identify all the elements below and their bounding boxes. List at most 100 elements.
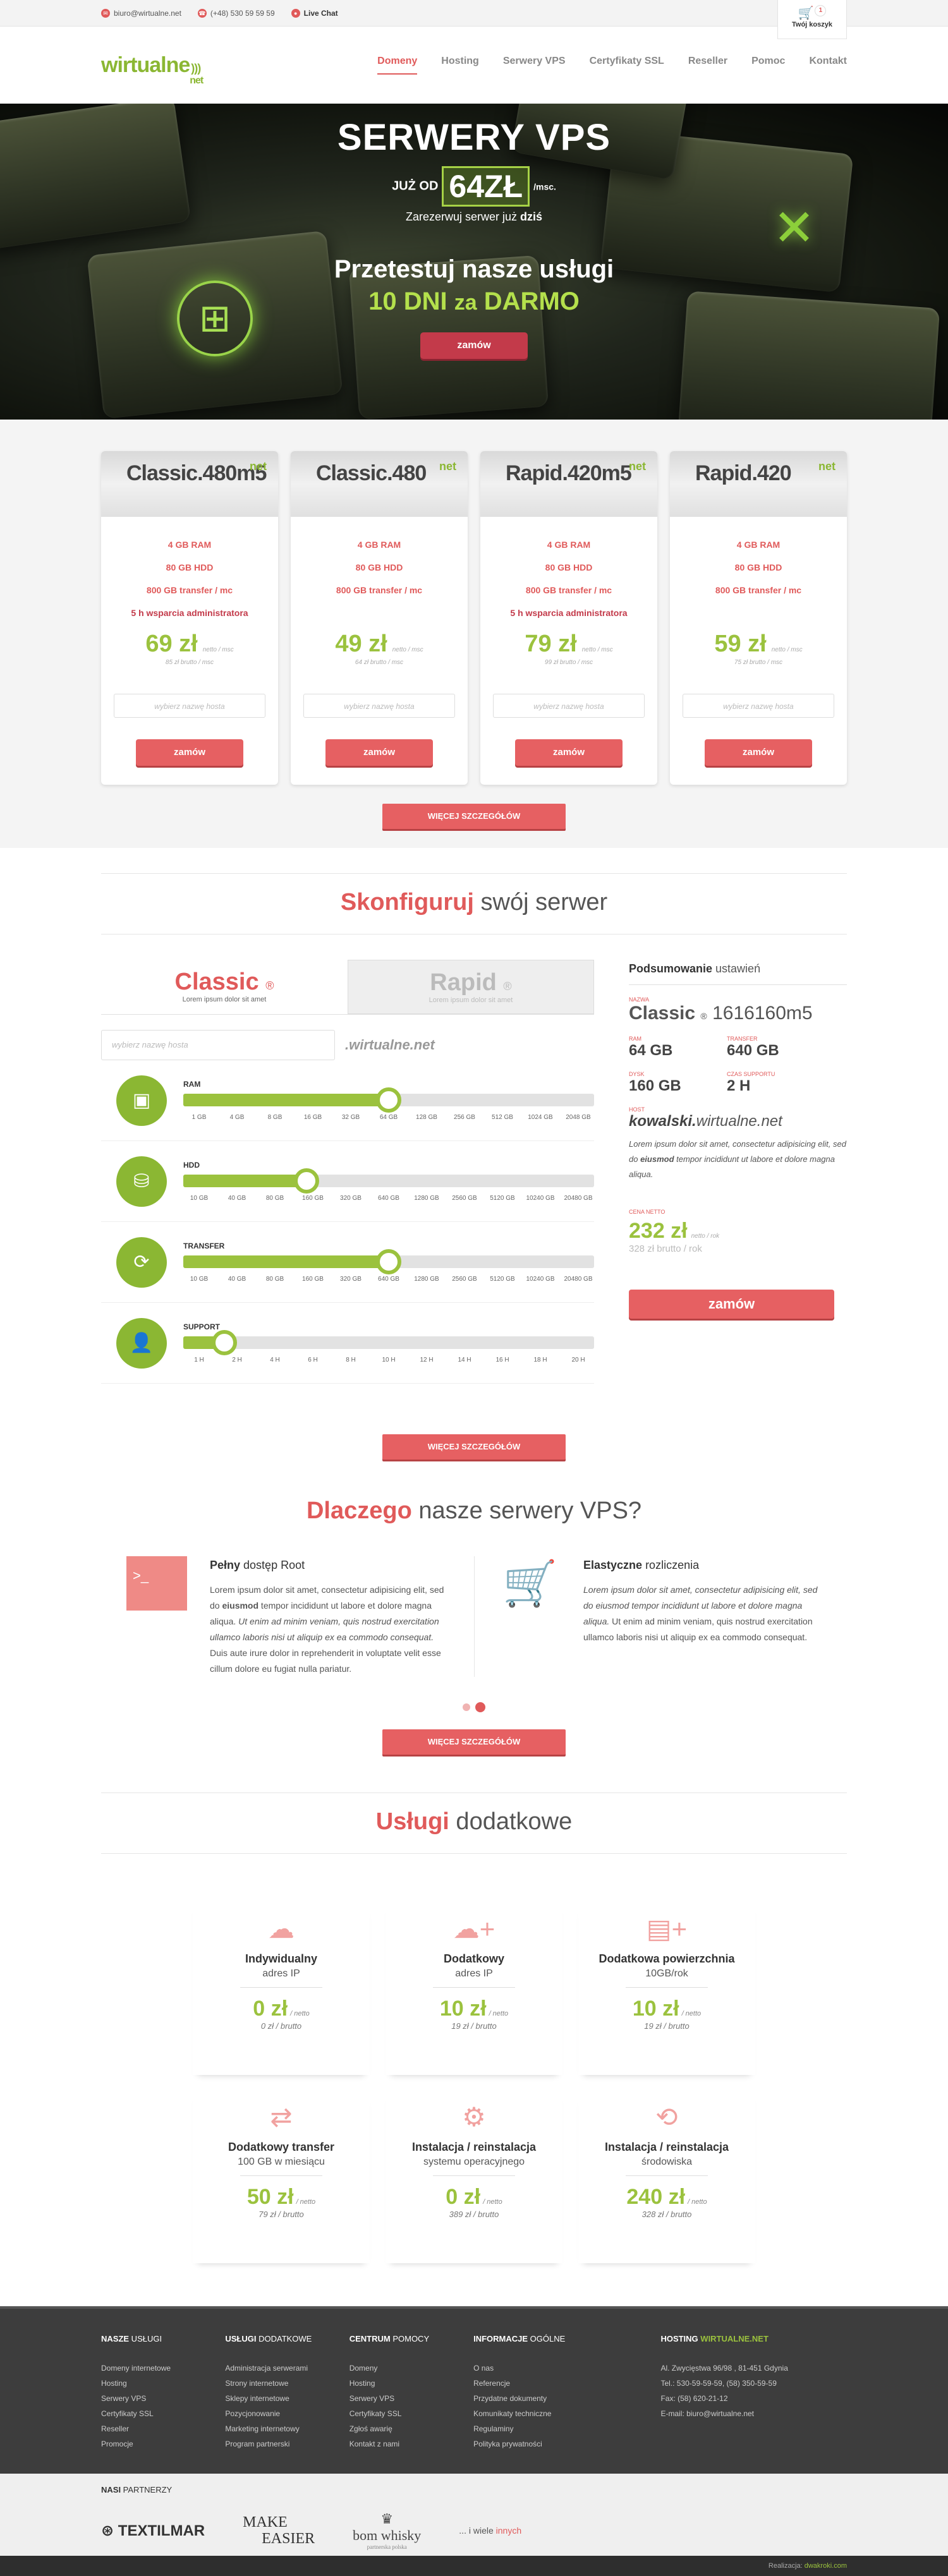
footer-link[interactable]: Referencje <box>473 2376 597 2391</box>
nav-kontakt[interactable]: Kontakt <box>809 56 847 75</box>
credits-link[interactable]: dwakroki.com <box>805 2562 847 2570</box>
slider-tick[interactable]: 10 GB <box>183 1195 215 1202</box>
slider-track[interactable] <box>183 1249 594 1274</box>
hostname-input[interactable]: wybierz nazwę hosta <box>683 694 834 718</box>
slider-tick[interactable]: 2560 GB <box>449 1276 480 1283</box>
footer-link[interactable]: Pozycjonowanie <box>225 2406 349 2421</box>
footer-link[interactable]: Reseller <box>101 2421 225 2436</box>
footer-link[interactable]: Certyfikaty SSL <box>101 2406 225 2421</box>
slider-tick[interactable]: 10 GB <box>183 1276 215 1283</box>
more-details-button[interactable]: WIĘCEJ SZCZEGÓŁÓW <box>382 804 566 829</box>
slider-tick[interactable]: 256 GB <box>449 1114 480 1121</box>
slider-tick[interactable]: 8 GB <box>259 1114 291 1121</box>
more-details-button[interactable]: WIĘCEJ SZCZEGÓŁÓW <box>382 1434 566 1460</box>
slider-tick[interactable]: 10240 GB <box>525 1276 556 1283</box>
logo[interactable]: wirtualne))) net <box>101 53 204 86</box>
footer-link[interactable]: Regulaminy <box>473 2421 597 2436</box>
slider-tick[interactable]: 20 H <box>562 1357 594 1364</box>
slider-tick[interactable]: 160 GB <box>297 1195 329 1202</box>
slider-tick[interactable]: 20480 GB <box>562 1195 594 1202</box>
extra-service-card[interactable]: ⇄ Dodatkowy transfer 100 GB w miesiącu 50 z… <box>193 2093 370 2263</box>
slider-track[interactable] <box>183 1087 594 1113</box>
slider-tick[interactable]: 8 H <box>335 1357 367 1364</box>
slider-tick[interactable]: 64 GB <box>373 1114 404 1121</box>
footer-link[interactable]: Hosting <box>101 2376 225 2391</box>
cart-button[interactable]: 🛒 1 Twój koszyk <box>777 0 847 39</box>
footer-link[interactable]: Marketing internetowy <box>225 2421 349 2436</box>
slider-tick[interactable]: 6 H <box>297 1357 329 1364</box>
slider-tick[interactable]: 5120 GB <box>487 1276 518 1283</box>
slider-tick[interactable]: 1 GB <box>183 1114 215 1121</box>
slider-tick[interactable]: 14 H <box>449 1357 480 1364</box>
slider-tick[interactable]: 2048 GB <box>562 1114 594 1121</box>
footer-link[interactable]: Sklepy internetowe <box>225 2391 349 2406</box>
footer-link[interactable]: Serwery VPS <box>349 2391 473 2406</box>
partners-more-link[interactable]: innych <box>496 2525 521 2536</box>
slider-tick[interactable]: 16 GB <box>297 1114 329 1121</box>
slider-tick[interactable]: 10 H <box>373 1357 404 1364</box>
partner-logo-textilmar[interactable]: ⊛ TEXTILMAR <box>101 2522 205 2540</box>
footer-link[interactable]: Hosting <box>349 2376 473 2391</box>
slider-tick[interactable]: 18 H <box>525 1357 556 1364</box>
slider-tick[interactable]: 4 H <box>259 1357 291 1364</box>
slider-tick[interactable]: 1024 GB <box>525 1114 556 1121</box>
slider-tick[interactable]: 40 GB <box>221 1195 253 1202</box>
extra-service-card[interactable]: ☁ Indywidualny adres IP 0 zł / netto 0 zł / b… <box>193 1904 370 2075</box>
nav-serwery-vps[interactable]: Serwery VPS <box>503 56 566 75</box>
slider-track[interactable] <box>183 1330 594 1355</box>
slider-tick[interactable]: 640 GB <box>373 1195 404 1202</box>
slider-handle[interactable] <box>294 1168 319 1194</box>
slider-tick[interactable]: 12 H <box>411 1357 442 1364</box>
extra-service-card[interactable]: ▤+ Dodatkowa powierzchnia 10GB/rok 10 zł / n… <box>578 1904 755 2075</box>
slider-tick[interactable]: 5120 GB <box>487 1195 518 1202</box>
footer-link[interactable]: Strony internetowe <box>225 2376 349 2391</box>
slider-tick[interactable]: 2 H <box>221 1357 253 1364</box>
slider-tick[interactable]: 1280 GB <box>411 1276 442 1283</box>
footer-link[interactable]: Przydatne dokumenty <box>473 2391 597 2406</box>
footer-link[interactable]: Zgłoś awarię <box>349 2421 473 2436</box>
footer-link[interactable]: Administracja serwerami <box>225 2361 349 2376</box>
slider-tick[interactable]: 80 GB <box>259 1276 291 1283</box>
extra-service-card[interactable]: ⟲ Instalacja / reinstalacja środowiska 240 … <box>578 2093 755 2263</box>
footer-link[interactable]: Serwery VPS <box>101 2391 225 2406</box>
summary-order-button[interactable]: zamów <box>629 1290 834 1319</box>
slider-tick[interactable]: 1280 GB <box>411 1195 442 1202</box>
slider-handle[interactable] <box>376 1087 401 1113</box>
hostname-input[interactable]: wybierz nazwę hosta <box>303 694 455 718</box>
slider-handle[interactable] <box>376 1249 401 1274</box>
slider-tick[interactable]: 128 GB <box>411 1114 442 1121</box>
hostname-input[interactable]: wybierz nazwę hosta <box>101 1030 335 1060</box>
nav-pomoc[interactable]: Pomoc <box>751 56 785 75</box>
partner-logo-make-easier[interactable]: MAKE EASIER <box>243 2514 315 2547</box>
order-button[interactable]: zamów <box>515 739 623 766</box>
slider-tick[interactable]: 4 GB <box>221 1114 253 1121</box>
footer-link[interactable]: Promocje <box>101 2436 225 2452</box>
extra-service-card[interactable]: ☁+ Dodatkowy adres IP 10 zł / netto 19 zł / b… <box>386 1904 562 2075</box>
footer-link[interactable]: Domeny <box>349 2361 473 2376</box>
email-contact[interactable]: ✉ biuro@wirtualne.net <box>101 9 181 18</box>
tab-classic[interactable]: Classic ® Lorem ipsum dolor sit amet <box>101 960 348 1014</box>
nav-certyfikaty-ssl[interactable]: Certyfikaty SSL <box>590 56 664 75</box>
slider-tick[interactable]: 320 GB <box>335 1276 367 1283</box>
footer-link[interactable]: Domeny internetowe <box>101 2361 225 2376</box>
hero-order-button[interactable]: zamów <box>420 332 528 359</box>
hostname-input[interactable]: wybierz nazwę hosta <box>114 694 265 718</box>
footer-link[interactable]: Komunikaty techniczne <box>473 2406 597 2421</box>
footer-link[interactable]: Polityka prywatności <box>473 2436 597 2452</box>
carousel-dot-active[interactable] <box>475 1702 485 1712</box>
order-button[interactable]: zamów <box>705 739 812 766</box>
footer-link[interactable]: O nas <box>473 2361 597 2376</box>
slider-tick[interactable]: 10240 GB <box>525 1195 556 1202</box>
hostname-input[interactable]: wybierz nazwę hosta <box>493 694 645 718</box>
partner-logo-bom-whisky[interactable]: ♛ bom whisky partnerska polska <box>353 2511 421 2550</box>
slider-handle[interactable] <box>212 1330 237 1355</box>
slider-tick[interactable]: 1 H <box>183 1357 215 1364</box>
nav-hosting[interactable]: Hosting <box>441 56 479 75</box>
carousel-dot[interactable] <box>463 1703 470 1711</box>
slider-tick[interactable]: 80 GB <box>259 1195 291 1202</box>
more-details-button[interactable]: WIĘCEJ SZCZEGÓŁÓW <box>382 1729 566 1755</box>
footer-link[interactable]: Kontakt z nami <box>349 2436 473 2452</box>
slider-tick[interactable]: 320 GB <box>335 1195 367 1202</box>
nav-domeny[interactable]: Domeny <box>377 56 418 75</box>
extra-service-card[interactable]: ⚙ Instalacja / reinstalacja systemu operac… <box>386 2093 562 2263</box>
